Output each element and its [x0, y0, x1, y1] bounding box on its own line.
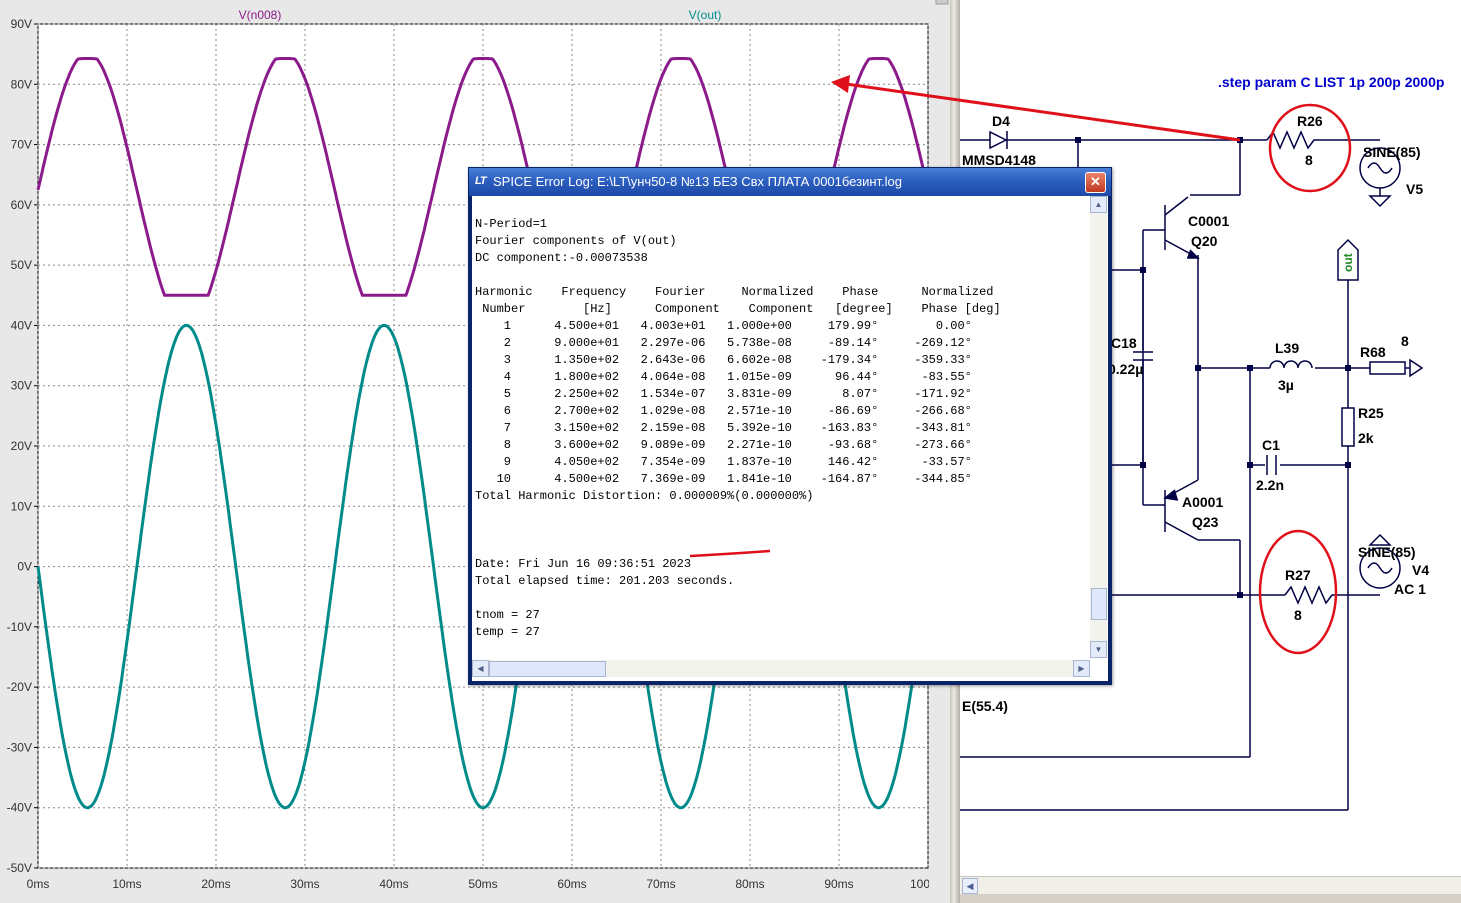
- label-l39-value: 3µ: [1278, 377, 1294, 393]
- net-tag-out[interactable]: out: [1337, 238, 1359, 281]
- y-axis-ticks: 90V 80V 70V 60V 50V 40V 30V 20V 10V 0V -10V -20V -30…: [7, 17, 32, 875]
- label-c18-value: 0.22µ: [1108, 361, 1143, 377]
- log-text-view[interactable]: N-Period=1 Fourier components of V(out) …: [475, 199, 1087, 655]
- label-r68-value: 8: [1401, 333, 1409, 349]
- label-r26-value: 8: [1305, 152, 1313, 168]
- y-tick-label: 40V: [11, 318, 32, 332]
- y-tick-label: 80V: [11, 77, 32, 91]
- label-r27: R27: [1285, 567, 1311, 583]
- resistor-r27-symbol[interactable]: [1284, 585, 1335, 605]
- y-tick-label: 30V: [11, 379, 32, 393]
- scroll-left-arrow-icon[interactable]: ◀: [472, 660, 489, 677]
- x-tick-label: 90ms: [824, 877, 853, 891]
- label-r26: R26: [1297, 113, 1323, 129]
- scroll-down-arrow-icon[interactable]: ▼: [1090, 641, 1107, 658]
- label-e-value: E(55.4): [962, 698, 1008, 714]
- label-v4: V4: [1412, 562, 1429, 578]
- y-tick-label: 60V: [11, 198, 32, 212]
- thd-red-underline: [689, 549, 771, 558]
- trace-label-v-n008[interactable]: V(n008): [239, 8, 282, 22]
- x-tick-label: 50ms: [468, 877, 497, 891]
- inductor-l39-symbol[interactable]: [1269, 360, 1313, 369]
- label-r27-value: 8: [1294, 607, 1302, 623]
- step-param-directive[interactable]: .step param C LIST 1p 200p 2000p: [1218, 74, 1444, 90]
- label-q20-model: C0001: [1188, 213, 1229, 229]
- x-tick-label: 10ms: [112, 877, 141, 891]
- trace-label-v-out[interactable]: V(out): [689, 8, 722, 22]
- x-tick-label: 0ms: [27, 877, 50, 891]
- log-text: N-Period=1 Fourier components of V(out) …: [475, 217, 1001, 639]
- resistor-r68-symbol[interactable]: [1369, 358, 1424, 378]
- label-q20: Q20: [1191, 233, 1218, 249]
- label-v4-source: SINE(85): [1358, 544, 1416, 560]
- label-v5: V5: [1406, 181, 1423, 197]
- y-tick-label: -10V: [7, 620, 32, 634]
- svg-text:out: out: [1341, 253, 1355, 272]
- label-d4: D4: [992, 113, 1010, 129]
- y-tick-label: 90V: [11, 17, 32, 31]
- label-r25-value: 2k: [1358, 430, 1374, 446]
- label-c1: C1: [1262, 437, 1280, 453]
- y-tick-label: 10V: [11, 499, 32, 513]
- close-button[interactable]: ✕: [1085, 172, 1106, 193]
- x-tick-label: 80ms: [735, 877, 764, 891]
- scroll-up-arrow-icon[interactable]: ▲: [1090, 196, 1107, 213]
- dialog-titlebar[interactable]: LT SPICE Error Log: E:\LT\унч50-8 №13 БЕ…: [469, 168, 1111, 196]
- y-tick-label: -40V: [7, 801, 32, 815]
- x-tick-label: 20ms: [201, 877, 230, 891]
- label-c1-value: 2.2n: [1256, 477, 1284, 493]
- spice-error-log-dialog[interactable]: LT SPICE Error Log: E:\LT\унч50-8 №13 БЕ…: [468, 167, 1112, 685]
- y-tick-label: -20V: [7, 680, 32, 694]
- label-v5-source: SINE(85): [1363, 144, 1421, 160]
- horizontal-scroll-thumb[interactable]: [489, 661, 606, 677]
- capacitor-c1-symbol[interactable]: [1266, 455, 1277, 475]
- y-tick-label: 0V: [17, 560, 32, 574]
- dialog-title: SPICE Error Log: E:\LT\унч50-8 №13 БЕЗ С…: [493, 174, 902, 189]
- label-q23-model: A0001: [1182, 494, 1223, 510]
- vertical-scroll-thumb[interactable]: [1091, 588, 1107, 620]
- label-l39: L39: [1275, 340, 1299, 356]
- transistor-q23-symbol[interactable]: [1143, 479, 1199, 541]
- y-tick-label: 50V: [11, 258, 32, 272]
- label-q23: Q23: [1192, 514, 1219, 530]
- x-tick-label: 30ms: [290, 877, 319, 891]
- y-tick-label: -30V: [7, 740, 32, 754]
- y-tick-label: 70V: [11, 138, 32, 152]
- status-strip: [960, 894, 1461, 903]
- ltspice-icon: LT: [475, 175, 487, 187]
- resistor-r26-symbol[interactable]: [1266, 130, 1330, 150]
- scroll-right-arrow-icon[interactable]: ▶: [1073, 660, 1090, 677]
- resistor-r25-symbol[interactable]: [1341, 407, 1355, 447]
- label-c18: C18: [1111, 335, 1137, 351]
- scroll-left-arrow-icon[interactable]: ◀: [962, 878, 978, 894]
- label-r68: R68: [1360, 344, 1386, 360]
- label-d4-model: MMSD4148: [962, 152, 1036, 168]
- log-horizontal-scrollbar[interactable]: ◀ ▶: [472, 660, 1090, 677]
- label-r25: R25: [1358, 405, 1384, 421]
- label-v4-ac: AC 1: [1394, 581, 1426, 597]
- y-tick-label: 20V: [11, 439, 32, 453]
- window-resize-handle[interactable]: [935, 0, 949, 5]
- r27-highlight-circle: [1258, 529, 1338, 655]
- log-content-area[interactable]: N-Period=1 Fourier components of V(out) …: [472, 196, 1108, 681]
- y-tick-label: -50V: [7, 861, 32, 875]
- diode-d4-symbol[interactable]: [989, 130, 1017, 150]
- x-tick-label: 70ms: [646, 877, 675, 891]
- x-tick-label: 60ms: [557, 877, 586, 891]
- schematic-horizontal-scrollbar[interactable]: ◀: [960, 876, 1461, 895]
- x-tick-label: 40ms: [379, 877, 408, 891]
- log-vertical-scrollbar[interactable]: ▲ ▼: [1090, 196, 1107, 658]
